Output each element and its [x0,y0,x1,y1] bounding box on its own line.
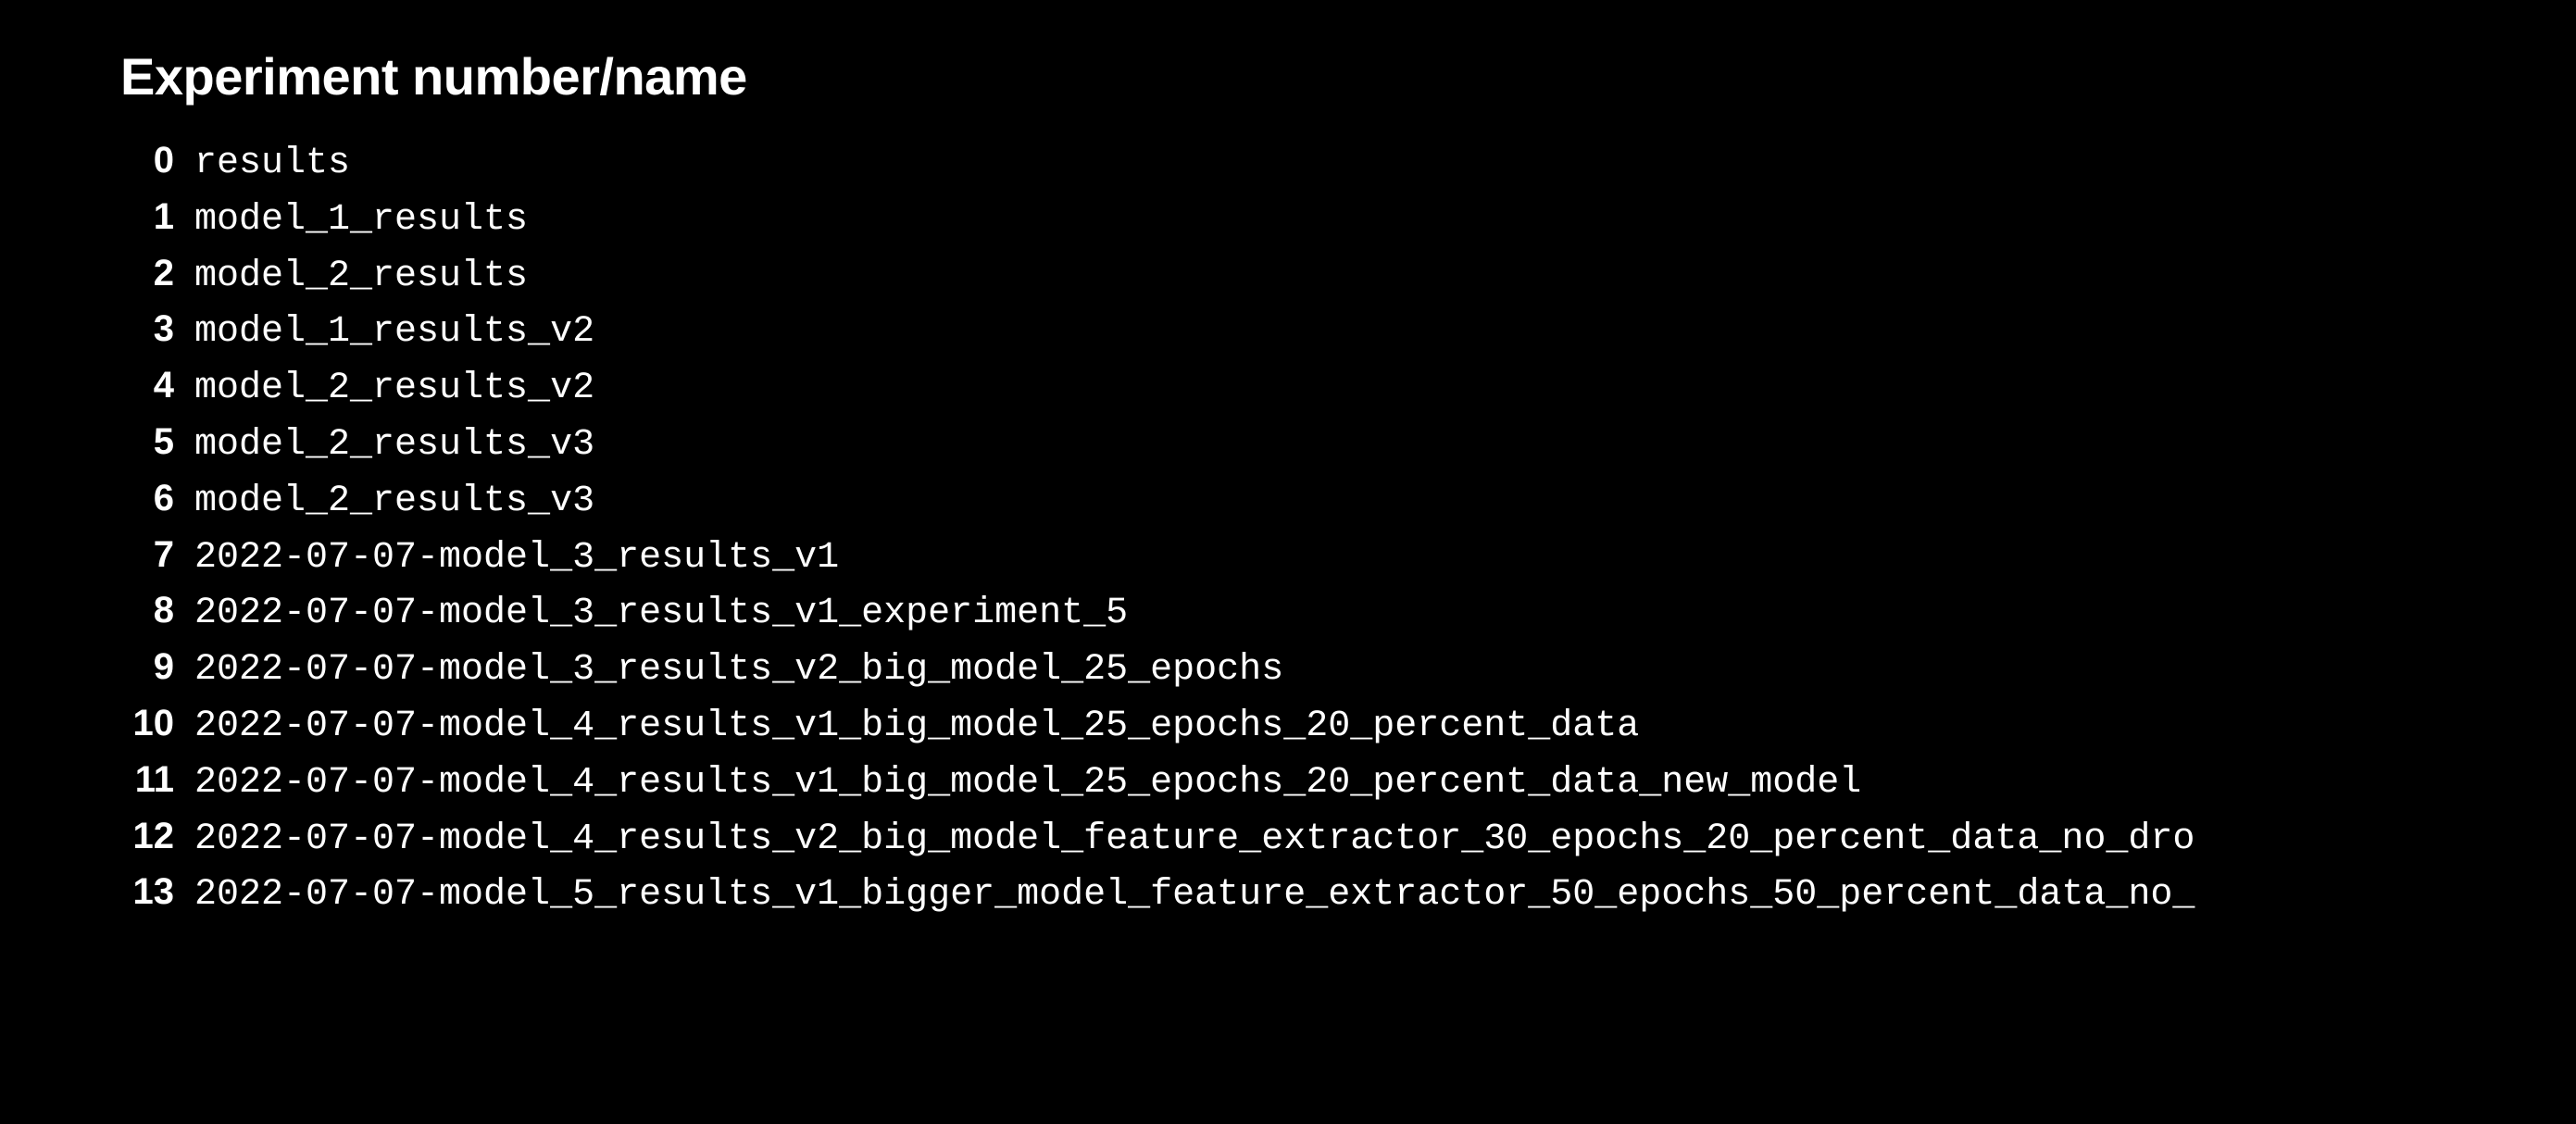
row-name: 2022-07-07-model_5_results_v1_bigger_mod… [194,869,2195,922]
row-name: 2022-07-07-model_4_results_v1_big_model_… [194,757,1861,810]
list-item: 8 2022-07-07-model_3_results_v1_experimen… [120,584,2576,641]
list-item: 7 2022-07-07-model_3_results_v1 [120,529,2576,585]
list-item: 0 results [120,134,2576,191]
row-number: 2 [120,247,174,300]
row-number: 13 [120,866,174,918]
list-item: 2 model_2_results [120,247,2576,304]
row-name: model_2_results_v3 [194,476,594,529]
row-name: model_1_results [194,194,528,247]
list-item: 12 2022-07-07-model_4_results_v2_big_mode… [120,810,2576,867]
list-item: 10 2022-07-07-model_4_results_v1_big_mode… [120,697,2576,754]
row-name: 2022-07-07-model_3_results_v1_experiment… [194,588,1128,641]
row-name: 2022-07-07-model_3_results_v1 [194,532,839,585]
list-item: 5 model_2_results_v3 [120,416,2576,472]
row-number: 8 [120,584,174,637]
row-number: 5 [120,416,174,468]
row-number: 9 [120,641,174,693]
row-name: model_2_results [194,251,528,304]
row-number: 10 [120,697,174,750]
experiment-list: 0 results 1 model_1_results 2 model_2_resul… [120,134,2576,922]
row-name: model_2_results_v2 [194,363,594,416]
row-number: 4 [120,359,174,412]
list-item: 4 model_2_results_v2 [120,359,2576,416]
row-number: 7 [120,529,174,581]
row-number: 12 [120,810,174,863]
row-number: 6 [120,472,174,525]
list-item: 9 2022-07-07-model_3_results_v2_big_model… [120,641,2576,697]
row-name: model_1_results_v2 [194,306,594,359]
row-number: 11 [120,754,174,806]
list-item: 13 2022-07-07-model_5_results_v1_bigger_m… [120,866,2576,922]
row-name: 2022-07-07-model_3_results_v2_big_model_… [194,644,1283,697]
page-title: Experiment number/name [120,46,2576,106]
list-item: 6 model_2_results_v3 [120,472,2576,529]
row-name: 2022-07-07-model_4_results_v1_big_model_… [194,701,1639,754]
list-item: 1 model_1_results [120,191,2576,247]
row-number: 1 [120,191,174,244]
row-name: model_2_results_v3 [194,419,594,472]
row-name: 2022-07-07-model_4_results_v2_big_model_… [194,814,2195,867]
list-item: 11 2022-07-07-model_4_results_v1_big_mode… [120,754,2576,810]
row-name: results [194,138,350,191]
row-number: 3 [120,303,174,356]
experiment-list-container: Experiment number/name 0 results 1 model_1… [0,0,2576,922]
list-item: 3 model_1_results_v2 [120,303,2576,359]
row-number: 0 [120,134,174,187]
